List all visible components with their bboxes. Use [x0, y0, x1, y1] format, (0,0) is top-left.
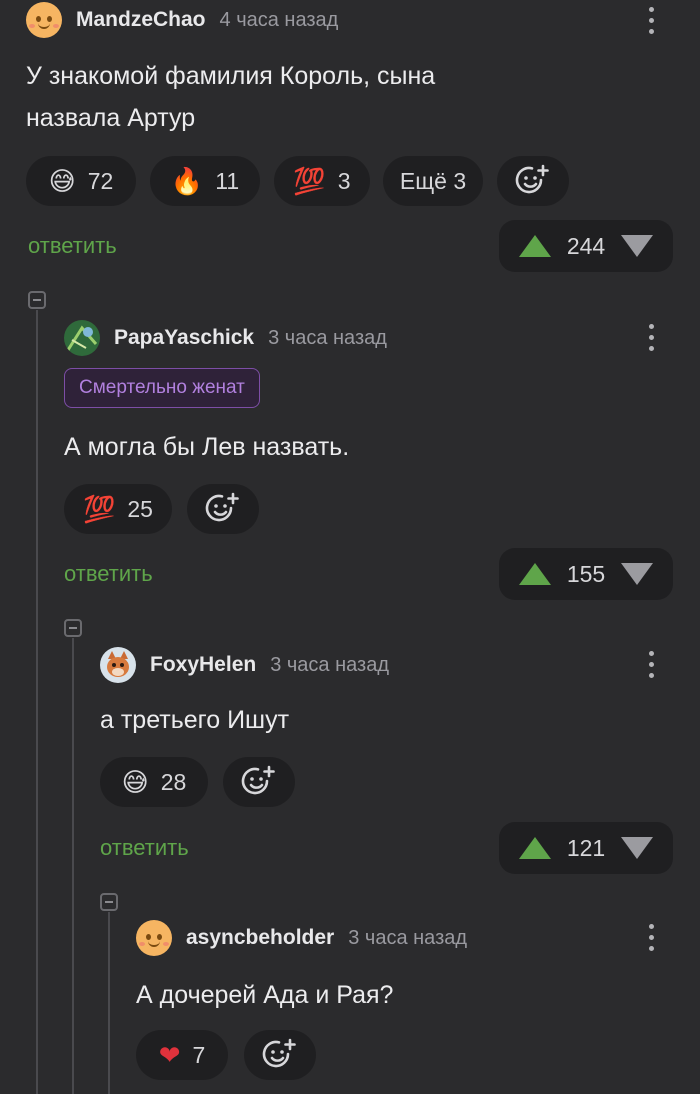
reaction-count: 72: [87, 167, 114, 194]
comment-text-line: назвала Артур: [26, 104, 196, 132]
add-reaction-button[interactable]: [187, 484, 259, 534]
avatar[interactable]: [26, 2, 62, 38]
avatar-image: [66, 325, 98, 351]
add-reaction-button[interactable]: [497, 156, 569, 206]
username[interactable]: MandzeChao: [76, 8, 206, 32]
reaction-chip[interactable]: 🔥 11: [150, 156, 260, 206]
more-options-icon[interactable]: [648, 651, 654, 685]
reaction-chip[interactable]: 😅 72: [26, 156, 136, 206]
comment-text-line: У знакомой фамилия Король, сына: [26, 62, 436, 90]
hundred-five-hundred-icon: 💯: [83, 494, 116, 524]
downvote-icon[interactable]: [621, 563, 654, 585]
thread-line-level-3: [108, 912, 110, 1094]
avatar[interactable]: [136, 920, 172, 956]
comment-text: А дочерей Ада и Рая?: [136, 981, 394, 1009]
avatar[interactable]: [64, 320, 100, 356]
user-badge: Смертельно женат: [64, 368, 260, 408]
collapse-thread-button[interactable]: [28, 291, 46, 309]
add-reaction-button[interactable]: [223, 757, 295, 807]
reaction-count: 28: [160, 768, 187, 795]
add-reaction-icon: [205, 492, 239, 522]
vote-box: 121: [499, 822, 673, 874]
vote-box: 155: [499, 548, 673, 600]
avatar[interactable]: [100, 647, 136, 683]
timestamp[interactable]: 4 часа назад: [220, 9, 339, 32]
more-reactions-button[interactable]: Ещё 3: [383, 156, 483, 206]
add-reaction-button[interactable]: [244, 1030, 316, 1080]
upvote-icon[interactable]: [518, 235, 551, 257]
reply-button[interactable]: ответить: [28, 233, 117, 259]
avatar-image: [107, 651, 129, 677]
reaction-count: 25: [127, 495, 153, 522]
timestamp[interactable]: 3 часа назад: [270, 654, 389, 677]
comment-text: У знакомой фамилия Король, сына назвала …: [26, 55, 435, 139]
reaction-chip[interactable]: 😅 28: [100, 757, 208, 807]
add-reaction-icon: [515, 164, 549, 194]
heart-icon: ❤: [158, 1040, 181, 1070]
reaction-chip[interactable]: 💯 25: [64, 484, 172, 534]
comment-header: MandzeChao 4 часа назад: [26, 0, 338, 40]
upvote-icon[interactable]: [518, 837, 551, 859]
vote-count: 155: [566, 560, 606, 587]
reaction-count: 3: [337, 167, 351, 194]
more-options-icon[interactable]: [648, 324, 654, 358]
grinning-sweat-icon: 😅: [121, 767, 149, 797]
vote-count: 244: [566, 232, 606, 259]
add-reaction-icon: [262, 1038, 296, 1068]
comment-header: FoxyHelen 3 часа назад: [100, 645, 389, 685]
reaction-chip[interactable]: ❤ 7: [136, 1030, 228, 1080]
username[interactable]: asyncbeholder: [186, 926, 334, 950]
downvote-icon[interactable]: [621, 837, 654, 859]
reaction-count: 7: [192, 1041, 206, 1068]
vote-count: 121: [566, 834, 606, 861]
thread-line-level-1: [36, 310, 38, 1094]
more-reactions-label: Ещё 3: [399, 167, 467, 194]
comment-text: а третьего Ишут: [100, 706, 290, 734]
username[interactable]: FoxyHelen: [150, 653, 256, 677]
timestamp[interactable]: 3 часа назад: [268, 327, 387, 350]
grinning-sweat-icon: 😅: [48, 166, 76, 196]
hundred-icon: 💯: [293, 166, 326, 196]
reaction-count: 11: [215, 167, 240, 194]
timestamp[interactable]: 3 часа назад: [348, 927, 467, 950]
add-reaction-icon: [241, 765, 275, 795]
thread-line-level-2: [72, 638, 74, 1094]
reply-button[interactable]: ответить: [64, 561, 153, 587]
vote-box: 244: [499, 220, 673, 272]
collapse-thread-button[interactable]: [64, 619, 82, 637]
comment-header: PapaYaschick 3 часа назад: [64, 318, 387, 358]
comment-text: А могла бы Лев назвать.: [64, 433, 350, 461]
collapse-thread-button[interactable]: [100, 893, 118, 911]
fire-icon: 🔥: [170, 166, 204, 196]
comment-header: asyncbeholder 3 часа назад: [136, 918, 467, 958]
more-options-icon[interactable]: [648, 924, 654, 958]
downvote-icon[interactable]: [621, 235, 654, 257]
more-options-icon[interactable]: [648, 7, 654, 41]
upvote-icon[interactable]: [518, 563, 551, 585]
reaction-chip[interactable]: 💯 3: [274, 156, 370, 206]
username[interactable]: PapaYaschick: [114, 326, 254, 350]
reply-button[interactable]: ответить: [100, 835, 189, 861]
